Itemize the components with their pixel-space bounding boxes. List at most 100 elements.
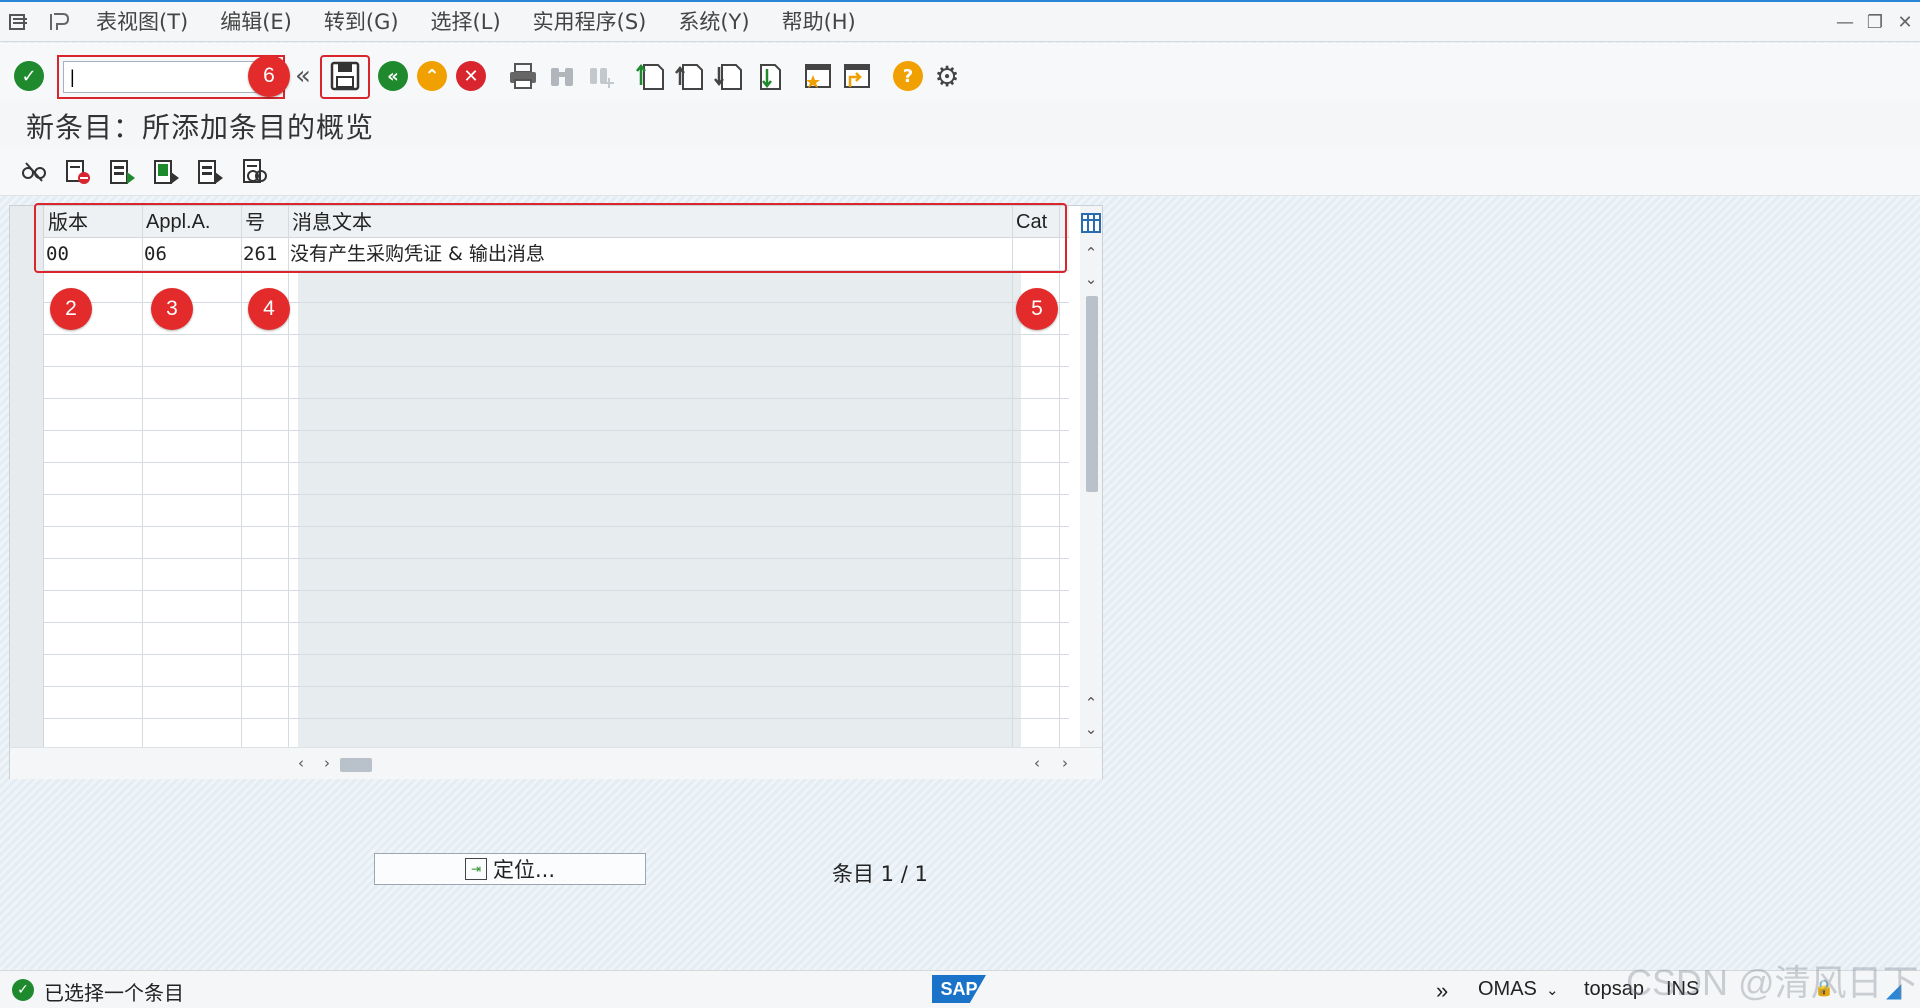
entries-table: 版本 Appl.A. 号 消息文本 Cat 00 06 261 没有产生采购凭证… — [9, 203, 1103, 779]
close-window-icon[interactable]: ✕ — [1890, 12, 1920, 33]
delete-row-icon[interactable] — [62, 156, 94, 188]
restore-icon[interactable]: ❐ — [1860, 12, 1890, 33]
command-history-icon[interactable]: « — [286, 59, 320, 93]
callout-badge-6: 6 — [248, 55, 290, 97]
check-icon: ✓ — [14, 61, 44, 91]
row-divider — [44, 462, 1069, 463]
position-button[interactable]: ⇥ 定位... — [374, 853, 646, 885]
callout-badge-3: 3 — [151, 288, 193, 330]
menu-list-icon[interactable] — [0, 2, 40, 42]
row-divider — [44, 718, 1069, 719]
row-divider — [44, 398, 1069, 399]
col-divider — [142, 206, 143, 747]
print-button[interactable] — [506, 59, 540, 93]
column-config-icon[interactable] — [1080, 212, 1102, 234]
row-divider — [44, 334, 1069, 335]
menu-utilities[interactable]: 实用程序(S) — [517, 2, 663, 42]
success-icon: ✓ — [12, 979, 34, 1001]
command-input[interactable] — [63, 61, 261, 93]
last-page-button[interactable] — [751, 59, 785, 93]
help-button[interactable]: ? — [891, 59, 925, 93]
col-divider — [1012, 206, 1013, 747]
scroll-left-icon[interactable]: ‹ — [298, 754, 304, 772]
scroll-end-left-icon[interactable]: ‹ — [1034, 754, 1040, 772]
status-expand-icon[interactable]: » — [1436, 978, 1448, 1004]
sap-logo: SAP — [932, 975, 986, 1003]
window-controls: — ❐ ✕ — [1830, 2, 1920, 42]
menu-help[interactable]: 帮助(H) — [766, 2, 872, 42]
create-session-button[interactable] — [801, 59, 835, 93]
first-page-button[interactable] — [634, 59, 668, 93]
menu-bar: 表视图(T) 编辑(E) 转到(G) 选择(L) 实用程序(S) 系统(Y) 帮… — [0, 2, 1920, 42]
settings-gear-icon[interactable]: ⚙ — [930, 59, 964, 93]
col-divider — [241, 206, 242, 747]
print-list-icon[interactable] — [238, 156, 270, 188]
last-page-icon — [760, 64, 781, 90]
minimize-icon[interactable]: — — [1830, 12, 1860, 33]
position-icon: ⇥ — [464, 858, 487, 880]
row-selector-column[interactable] — [10, 206, 44, 747]
watermark: CSDN @清风日下 — [1626, 962, 1919, 1003]
cancel-icon: ✕ — [456, 61, 486, 91]
print-icon — [510, 63, 536, 89]
scroll-page-up-icon[interactable]: ⌃ — [1080, 694, 1102, 712]
menu-goto[interactable]: 转到(G) — [308, 2, 415, 42]
scroll-down-icon[interactable]: ⌄ — [1080, 270, 1102, 288]
cancel-button[interactable]: ✕ — [454, 59, 488, 93]
help-icon: ? — [893, 61, 923, 91]
system-name[interactable]: OMAS — [1478, 978, 1537, 1001]
horizontal-scroll-thumb[interactable] — [340, 758, 372, 772]
enter-button[interactable]: ✓ — [12, 59, 46, 93]
menu-system[interactable]: 系统(Y) — [662, 2, 765, 42]
find-next-button[interactable] — [584, 59, 618, 93]
find-button[interactable] — [545, 59, 579, 93]
vertical-scroll-thumb[interactable] — [1086, 296, 1098, 492]
entry-count: 条目 1 / 1 — [832, 862, 928, 886]
menu-select[interactable]: 选择(L) — [415, 2, 517, 42]
next-page-button[interactable] — [712, 59, 746, 93]
row-divider — [44, 526, 1069, 527]
previous-page-icon — [675, 64, 703, 90]
row-divider — [44, 430, 1069, 431]
first-page-icon — [636, 63, 664, 90]
generate-shortcut-button[interactable] — [840, 59, 874, 93]
row-divider — [44, 654, 1069, 655]
position-button-label: 定位... — [492, 858, 556, 882]
row-divider — [44, 590, 1069, 591]
select-block-icon[interactable] — [150, 156, 182, 188]
row-divider — [44, 558, 1069, 559]
scroll-up-icon[interactable]: ⌃ — [1080, 244, 1102, 262]
page-title: 新条目：所添加条目的概览 — [26, 111, 375, 144]
menu-edit[interactable]: 编辑(E) — [204, 2, 308, 42]
back-button[interactable]: « — [376, 59, 410, 93]
binoculars-plus-icon — [590, 68, 614, 88]
vertical-scrollbar[interactable]: ⌃ ⌄ ⌃ ⌄ — [1080, 206, 1102, 747]
previous-page-button[interactable] — [673, 59, 707, 93]
horizontal-scrollbar[interactable]: ‹ › ‹ › — [10, 747, 1102, 779]
tcode-icon[interactable] — [40, 2, 80, 42]
row-divider — [44, 686, 1069, 687]
back-icon: « — [378, 61, 408, 91]
status-message[interactable]: 已选择一个条目 — [44, 977, 184, 1006]
binoculars-icon — [551, 68, 573, 86]
scroll-end-right-icon[interactable]: › — [1062, 754, 1068, 772]
scroll-page-down-icon[interactable]: ⌄ — [1080, 720, 1102, 738]
shortcut-icon — [844, 64, 870, 88]
scroll-right-icon[interactable]: › — [324, 754, 330, 772]
save-icon — [330, 61, 360, 91]
row-divider — [44, 494, 1069, 495]
header-row-highlight — [34, 203, 1067, 273]
callout-badge-2: 2 — [50, 288, 92, 330]
system-dropdown-icon[interactable]: ⌄ — [1546, 981, 1559, 999]
select-all-icon[interactable] — [106, 156, 138, 188]
row-divider — [44, 366, 1069, 367]
exit-icon: ⌃ — [417, 61, 447, 91]
display-change-icon[interactable] — [18, 156, 50, 188]
menu-table-view[interactable]: 表视图(T) — [80, 2, 204, 42]
application-toolbar — [0, 148, 1920, 196]
save-button[interactable] — [328, 59, 362, 93]
exit-button[interactable]: ⌃ — [415, 59, 449, 93]
col-divider — [1059, 206, 1060, 747]
next-page-icon — [714, 64, 742, 90]
deselect-all-icon[interactable] — [194, 156, 226, 188]
